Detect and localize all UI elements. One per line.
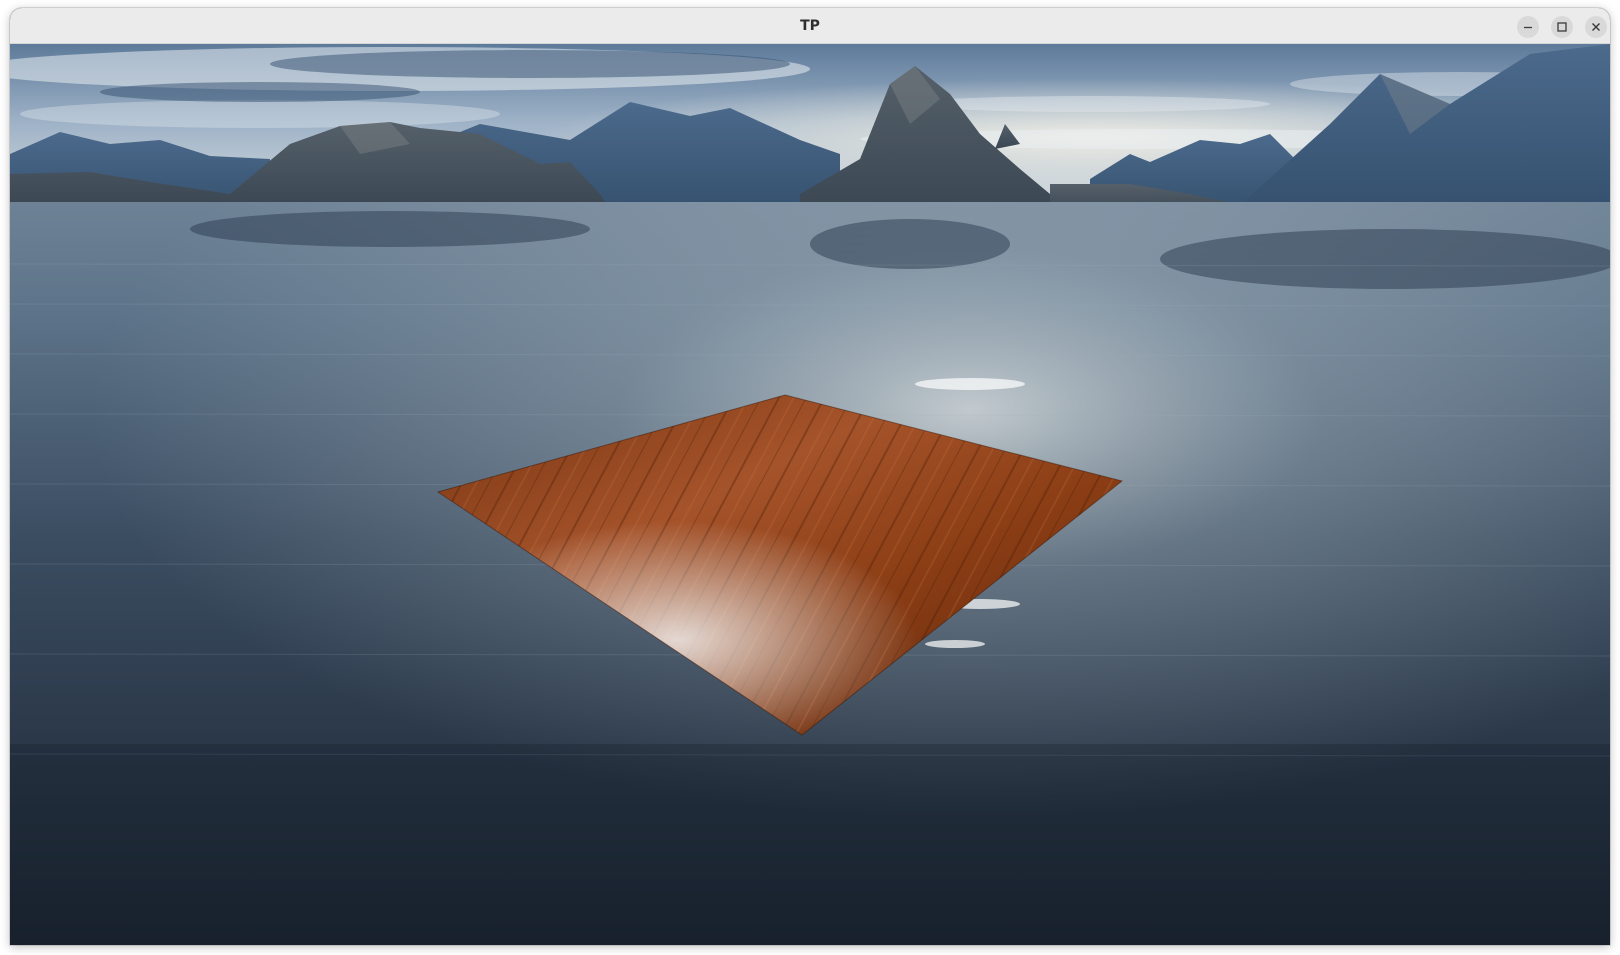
maximize-button[interactable] [1551,16,1573,38]
3d-scene [10,44,1610,945]
app-window: TP [10,8,1610,945]
minimize-button[interactable] [1517,16,1539,38]
maximize-icon [1557,22,1567,32]
render-viewport[interactable] [10,44,1610,945]
window-title: TP [800,18,820,34]
title-bar[interactable]: TP [10,8,1610,44]
close-icon [1592,23,1600,31]
minimize-icon [1524,26,1532,29]
close-button[interactable] [1585,16,1607,38]
